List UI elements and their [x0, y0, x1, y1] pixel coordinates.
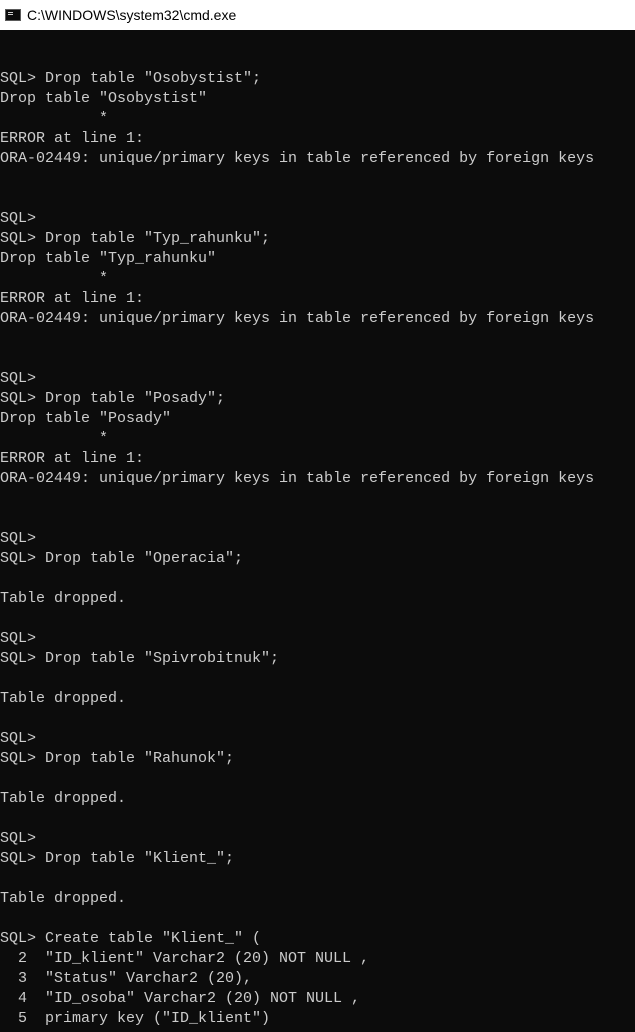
console-line: SQL> Drop table "Klient_";	[0, 850, 235, 867]
console-line: SQL> Drop table "Spivrobitnuk";	[0, 650, 280, 667]
console-line: 4 "ID_osoba" Varchar2 (20) NOT NULL ,	[0, 990, 361, 1007]
console-line: SQL> Drop table "Rahunok";	[0, 750, 235, 767]
console-line: ORA-02449: unique/primary keys in table …	[0, 470, 595, 487]
console-line: ORA-02449: unique/primary keys in table …	[0, 150, 595, 167]
console-line: ERROR at line 1:	[0, 130, 145, 147]
console-line: Drop table "Posady"	[0, 410, 172, 427]
console-line: 3 "Status" Varchar2 (20),	[0, 970, 253, 987]
console-line: 2 "ID_klient" Varchar2 (20) NOT NULL ,	[0, 950, 370, 967]
console-line: SQL> Drop table "Typ_rahunku";	[0, 230, 271, 247]
console-line: SQL>	[0, 630, 37, 647]
console-line: Drop table "Osobystist"	[0, 90, 208, 107]
console-line: Table dropped.	[0, 690, 127, 707]
console-line: SQL>	[0, 210, 37, 227]
console-line: Table dropped.	[0, 590, 127, 607]
console-line: *	[0, 110, 109, 127]
console-line: *	[0, 270, 109, 287]
console-output[interactable]: SQL> Drop table "Osobystist"; Drop table …	[0, 29, 635, 1032]
console-line: SQL>	[0, 730, 37, 747]
console-line: ORA-02449: unique/primary keys in table …	[0, 310, 595, 327]
console-line: SQL> Drop table "Osobystist";	[0, 70, 262, 87]
console-line: SQL>	[0, 370, 37, 387]
console-line: 5 primary key ("ID_klient")	[0, 1010, 271, 1027]
console-line: ERROR at line 1:	[0, 290, 145, 307]
console-line: Table dropped.	[0, 890, 127, 907]
console-line: SQL>	[0, 530, 37, 547]
console-line: SQL> Drop table "Operacia";	[0, 550, 244, 567]
console-line: Table dropped.	[0, 790, 127, 807]
console-line: Drop table "Typ_rahunku"	[0, 250, 217, 267]
title-bar[interactable]: C:\WINDOWS\system32\cmd.exe	[0, 0, 635, 30]
console-line: ERROR at line 1:	[0, 450, 145, 467]
window-title: C:\WINDOWS\system32\cmd.exe	[27, 7, 237, 23]
console-line: *	[0, 430, 109, 447]
cmd-window: C:\WINDOWS\system32\cmd.exe SQL> Drop ta…	[0, 0, 635, 1032]
console-line: SQL> Create table "Klient_" (	[0, 930, 262, 947]
console-line: SQL> Drop table "Posady";	[0, 390, 226, 407]
console-line: SQL>	[0, 830, 37, 847]
cmd-icon	[5, 9, 21, 21]
